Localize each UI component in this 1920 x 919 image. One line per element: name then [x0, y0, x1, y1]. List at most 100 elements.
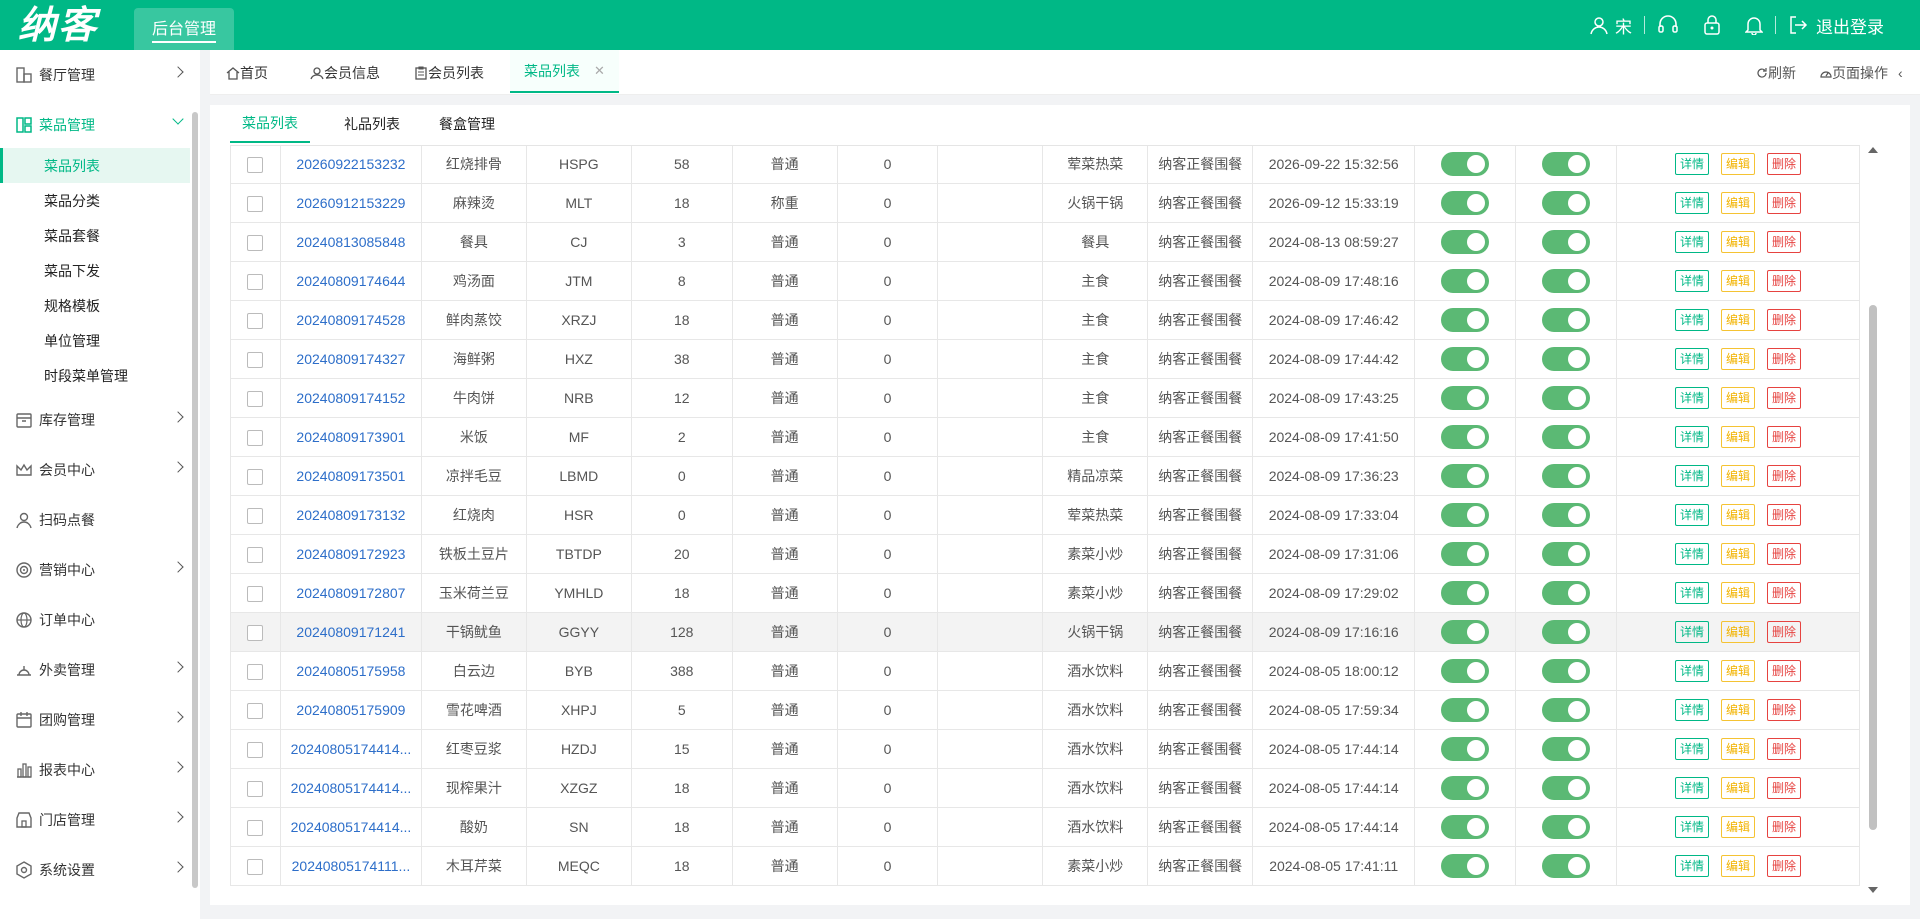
delete-button[interactable]: 删除 — [1767, 309, 1802, 331]
delete-button[interactable]: 删除 — [1767, 348, 1802, 370]
detail-button[interactable]: 详情 — [1674, 192, 1709, 214]
menu-scan-order[interactable]: 扫码点餐 — [0, 500, 190, 540]
code-cell[interactable]: 20240805174414... — [279, 729, 422, 769]
code-cell[interactable]: 20240805174111... — [279, 846, 422, 886]
row-checkbox[interactable] — [247, 156, 264, 173]
status-toggle[interactable] — [1441, 542, 1490, 566]
submenu-unit-management[interactable]: 单位管理 — [0, 323, 190, 358]
delete-button[interactable]: 删除 — [1767, 738, 1802, 760]
table-row[interactable]: 20240813085848 餐具 CJ 3 普通 0 餐具 纳客正餐围餐 2024-08-13… — [230, 222, 1860, 262]
status-toggle[interactable] — [1441, 620, 1490, 644]
tab-member-info[interactable]: 会员信息 — [310, 50, 380, 95]
status-toggle[interactable] — [1441, 581, 1490, 605]
edit-button[interactable]: 编辑 — [1721, 738, 1756, 760]
row-checkbox[interactable] — [247, 468, 264, 485]
edit-button[interactable]: 编辑 — [1721, 270, 1756, 292]
detail-button[interactable]: 详情 — [1674, 426, 1709, 448]
edit-button[interactable]: 编辑 — [1721, 153, 1756, 175]
status-toggle[interactable] — [1542, 191, 1591, 215]
delete-button[interactable]: 删除 — [1767, 387, 1802, 409]
status-toggle[interactable] — [1542, 659, 1591, 683]
status-toggle[interactable] — [1441, 230, 1490, 254]
edit-button[interactable]: 编辑 — [1721, 231, 1756, 253]
detail-button[interactable]: 详情 — [1674, 543, 1709, 565]
code-cell[interactable]: 20240809172923 — [279, 534, 422, 574]
status-toggle[interactable] — [1542, 347, 1591, 371]
chevron-left-icon[interactable]: ‹ — [1898, 50, 1903, 95]
menu-stores[interactable]: 门店管理 — [0, 800, 190, 840]
edit-button[interactable]: 编辑 — [1721, 309, 1756, 331]
delete-button[interactable]: 删除 — [1767, 699, 1802, 721]
code-cell[interactable]: 20260922153232 — [279, 146, 422, 184]
delete-button[interactable]: 删除 — [1767, 660, 1802, 682]
detail-button[interactable]: 详情 — [1674, 270, 1709, 292]
tab-home[interactable]: 首页 — [226, 50, 268, 95]
tab-dish-list[interactable]: 菜品列表 ✕ — [510, 50, 619, 93]
refresh-button[interactable]: 刷新 — [1756, 50, 1796, 95]
edit-button[interactable]: 编辑 — [1721, 348, 1756, 370]
submenu-dish-list[interactable]: 菜品列表 — [0, 148, 190, 183]
scrollbar-thumb[interactable] — [1869, 305, 1877, 830]
code-cell[interactable]: 20240809171241 — [279, 612, 422, 652]
menu-dishes[interactable]: 菜品管理 — [0, 105, 190, 145]
code-cell[interactable]: 20240805174414... — [279, 768, 422, 808]
table-row[interactable]: 20240809174528 鲜肉蒸饺 XRZJ 18 普通 0 主食 纳客正餐围餐 2024-… — [230, 300, 1860, 340]
table-row[interactable]: 20240805175958 白云边 BYB 388 普通 0 酒水饮料 纳客正餐围餐 2024… — [230, 651, 1860, 691]
delete-button[interactable]: 删除 — [1767, 855, 1802, 877]
table-row[interactable]: 20240809172807 玉米荷兰豆 YMHLD 18 普通 0 素菜小炒 纳客正餐围餐 2… — [230, 573, 1860, 613]
table-row[interactable]: 20260912153229 麻辣烫 MLT 18 称重 0 火锅干锅 纳客正餐围餐 2026-… — [230, 183, 1860, 223]
status-toggle[interactable] — [1441, 269, 1490, 293]
system-tab-admin[interactable]: 后台管理 — [134, 8, 234, 50]
status-toggle[interactable] — [1441, 152, 1490, 176]
row-checkbox[interactable] — [247, 780, 264, 797]
code-cell[interactable]: 20240805174414... — [279, 807, 422, 847]
table-row[interactable]: 20240805175909 雪花啤酒 XHPJ 5 普通 0 酒水饮料 纳客正餐围餐 2024… — [230, 690, 1860, 730]
edit-button[interactable]: 编辑 — [1721, 582, 1756, 604]
row-checkbox[interactable] — [247, 858, 264, 875]
menu-delivery[interactable]: 外卖管理 — [0, 650, 190, 690]
delete-button[interactable]: 删除 — [1767, 582, 1802, 604]
detail-button[interactable]: 详情 — [1674, 582, 1709, 604]
status-toggle[interactable] — [1441, 854, 1490, 878]
menu-members[interactable]: 会员中心 — [0, 450, 190, 490]
delete-button[interactable]: 删除 — [1767, 543, 1802, 565]
row-checkbox[interactable] — [247, 429, 264, 446]
submenu-dish-category[interactable]: 菜品分类 — [0, 183, 190, 218]
edit-button[interactable]: 编辑 — [1721, 855, 1756, 877]
user-menu[interactable]: 宋 — [1577, 13, 1644, 38]
tab-member-list[interactable]: 会员列表 — [414, 50, 484, 95]
lock-button[interactable] — [1691, 15, 1733, 35]
delete-button[interactable]: 删除 — [1767, 816, 1802, 838]
delete-button[interactable]: 删除 — [1767, 192, 1802, 214]
delete-button[interactable]: 删除 — [1767, 777, 1802, 799]
row-checkbox[interactable] — [247, 234, 264, 251]
detail-button[interactable]: 详情 — [1674, 816, 1709, 838]
edit-button[interactable]: 编辑 — [1721, 426, 1756, 448]
submenu-time-menu[interactable]: 时段菜单管理 — [0, 358, 190, 393]
code-cell[interactable]: 20260912153229 — [279, 183, 422, 223]
code-cell[interactable]: 20240809173132 — [279, 495, 422, 535]
row-checkbox[interactable] — [247, 585, 264, 602]
delete-button[interactable]: 删除 — [1767, 270, 1802, 292]
table-row[interactable]: 20240809173501 凉拌毛豆 LBMD 0 普通 0 精品凉菜 纳客正餐围餐 2024… — [230, 456, 1860, 496]
status-toggle[interactable] — [1441, 308, 1490, 332]
menu-group-buying[interactable]: 团购管理 — [0, 700, 190, 740]
delete-button[interactable]: 删除 — [1767, 504, 1802, 526]
status-toggle[interactable] — [1441, 191, 1490, 215]
edit-button[interactable]: 编辑 — [1721, 465, 1756, 487]
edit-button[interactable]: 编辑 — [1721, 387, 1756, 409]
status-toggle[interactable] — [1542, 425, 1591, 449]
row-checkbox[interactable] — [247, 546, 264, 563]
code-cell[interactable]: 20240809174528 — [279, 300, 422, 340]
support-button[interactable] — [1645, 15, 1691, 35]
table-scrollbar[interactable] — [1865, 145, 1879, 895]
table-row[interactable]: 20240805174414... 红枣豆浆 HZDJ 15 普通 0 酒水饮料 纳客正餐围餐… — [230, 729, 1860, 769]
edit-button[interactable]: 编辑 — [1721, 660, 1756, 682]
row-checkbox[interactable] — [247, 819, 264, 836]
close-icon[interactable]: ✕ — [594, 63, 605, 79]
status-toggle[interactable] — [1542, 620, 1591, 644]
status-toggle[interactable] — [1542, 269, 1591, 293]
edit-button[interactable]: 编辑 — [1721, 777, 1756, 799]
delete-button[interactable]: 删除 — [1767, 426, 1802, 448]
row-checkbox[interactable] — [247, 390, 264, 407]
